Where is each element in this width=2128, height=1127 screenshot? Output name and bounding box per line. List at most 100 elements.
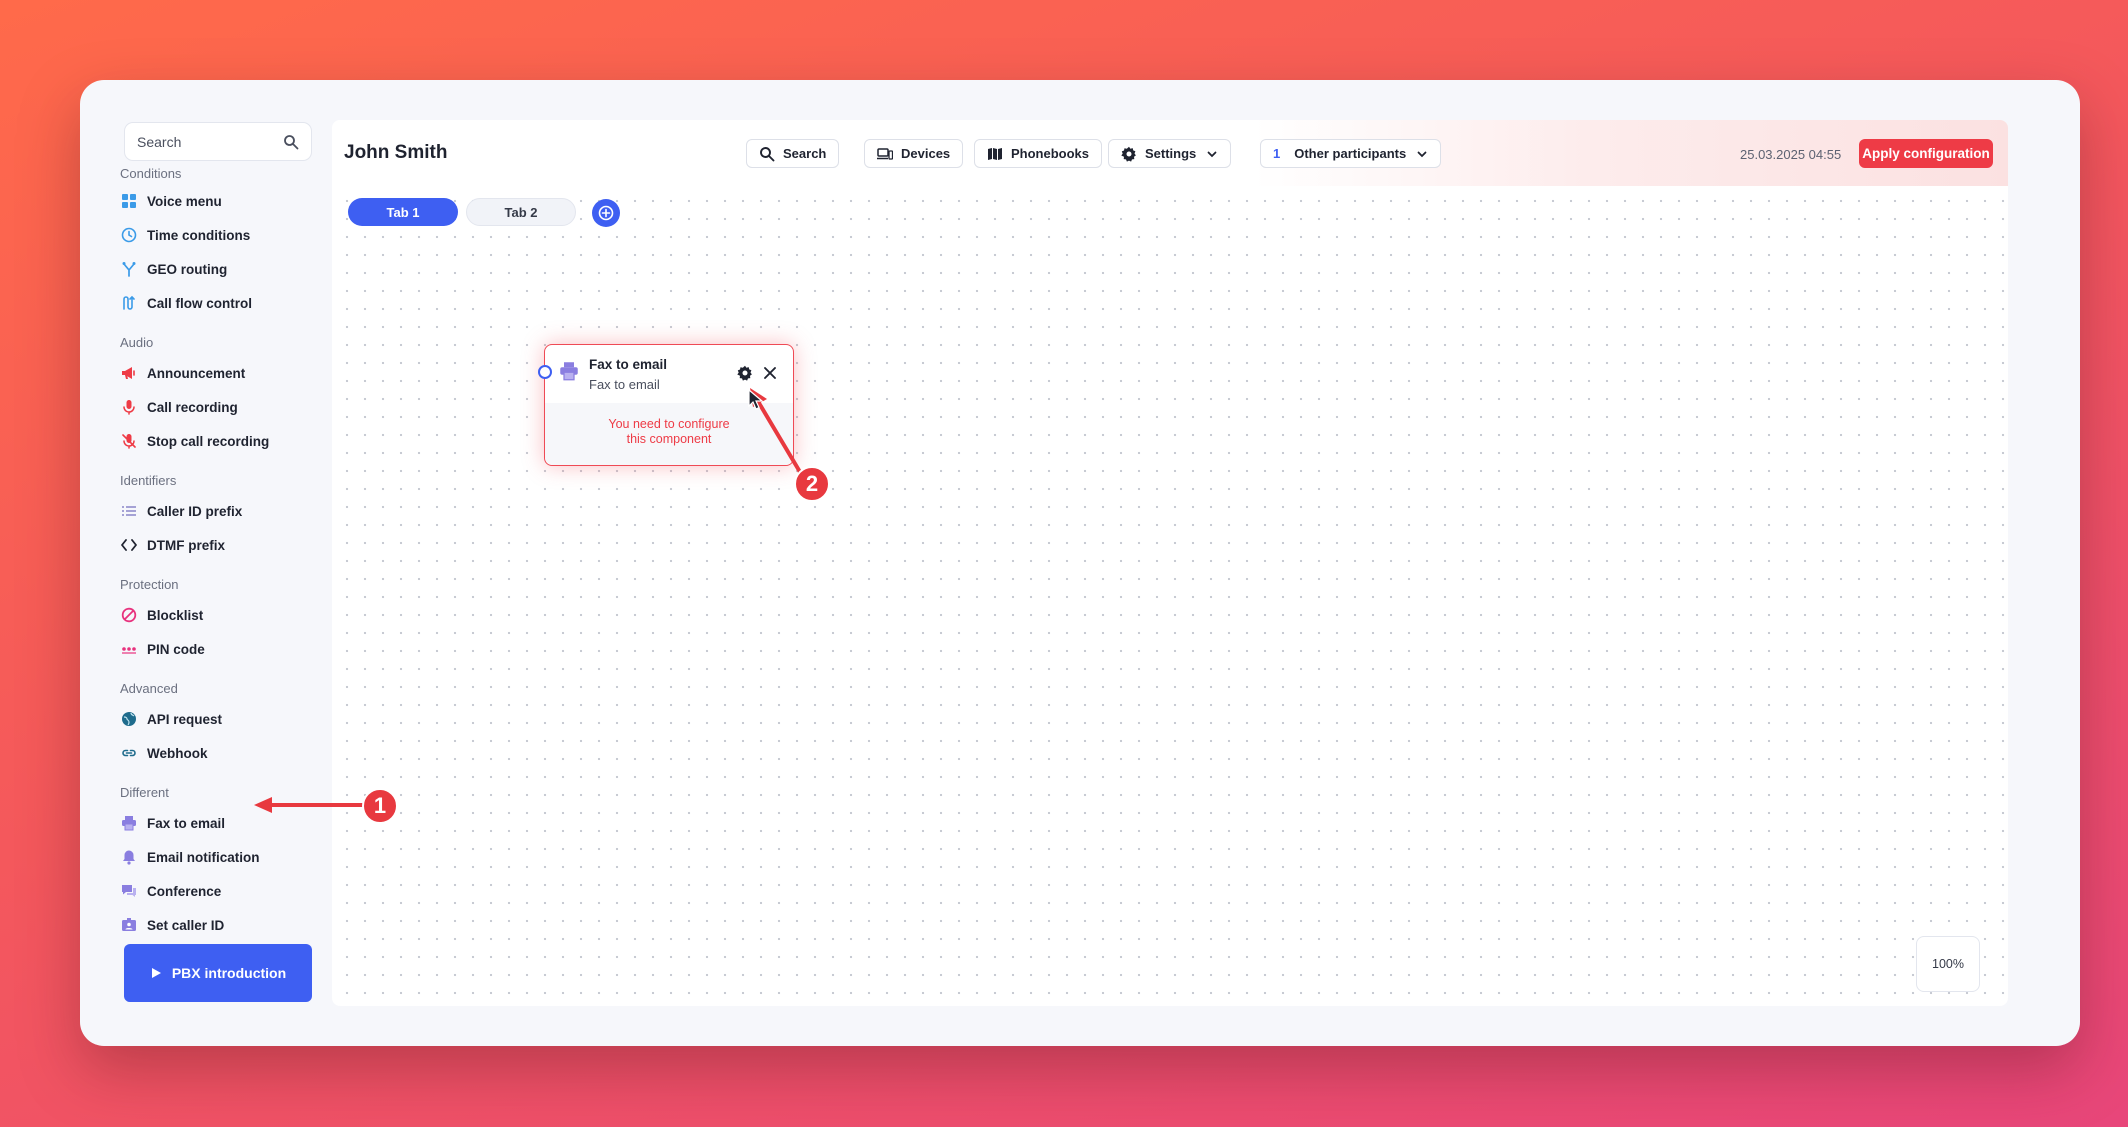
search-button[interactable]: Search xyxy=(746,139,840,168)
node-config-warning: You need to configure this component xyxy=(545,417,793,447)
printer-icon xyxy=(560,362,578,381)
sidebar: Search Conditions Voice menu Time condit… xyxy=(80,80,330,1046)
node-warning-line-1: You need to configure xyxy=(608,417,730,431)
devices-button[interactable]: Devices xyxy=(864,139,964,168)
nav-item-set-caller-id[interactable]: Set caller ID xyxy=(120,908,320,942)
zoom-level-indicator[interactable]: 100% xyxy=(1916,936,1980,992)
nav-item-label: Stop call recording xyxy=(147,433,270,449)
nav-item-conference[interactable]: Conference xyxy=(120,874,320,908)
pbx-introduction-label: PBX introduction xyxy=(171,965,287,981)
settings-dropdown[interactable]: Settings xyxy=(1108,139,1232,168)
group-label-protection: Protection xyxy=(120,577,179,592)
nav-item-email-notification[interactable]: Email notification xyxy=(120,840,320,874)
play-icon xyxy=(151,968,161,978)
nav-item-dtmf-prefix[interactable]: DTMF prefix xyxy=(120,528,320,562)
nav-item-pin-code[interactable]: PIN code xyxy=(120,632,320,666)
participants-label: Other participants xyxy=(1294,146,1407,161)
participants-count: 1 xyxy=(1273,146,1281,161)
group-label-audio: Audio xyxy=(120,335,154,350)
printer-icon xyxy=(120,814,138,832)
user-name: John Smith xyxy=(344,142,448,163)
group-label-advanced: Advanced xyxy=(120,681,178,696)
flow-canvas[interactable]: John Smith Search Devices Phonebooks Set… xyxy=(332,120,2008,1006)
close-icon[interactable] xyxy=(763,366,777,380)
nav-item-label: Conference xyxy=(147,883,222,899)
search-icon xyxy=(284,134,299,149)
gear-icon xyxy=(1121,146,1136,162)
id-badge-icon xyxy=(120,916,138,934)
last-saved-datetime: 25.03.2025 04:55 xyxy=(1740,147,1842,162)
annotation-badge-2: 2 xyxy=(794,466,830,502)
nav-item-label: Blocklist xyxy=(147,607,204,623)
tab-2[interactable]: Tab 2 xyxy=(466,198,576,226)
node-body: You need to configure this component xyxy=(545,403,793,465)
nav-item-label: Announcement xyxy=(147,365,246,381)
node-title: Fax to email xyxy=(589,357,668,372)
nav-item-api-request[interactable]: API request xyxy=(120,702,320,736)
chevron-down-icon xyxy=(1417,151,1427,157)
devices-button-label: Devices xyxy=(901,146,951,161)
nav-item-label: Email notification xyxy=(147,849,260,865)
node-subtitle: Fax to email xyxy=(589,377,660,392)
nav-item-geo-routing[interactable]: GEO routing xyxy=(120,252,320,286)
search-button-label: Search xyxy=(783,146,827,161)
search-icon xyxy=(760,146,775,161)
nav-item-time-conditions[interactable]: Time conditions xyxy=(120,218,320,252)
chevron-down-icon xyxy=(1207,151,1217,157)
sidebar-search-input[interactable]: Search xyxy=(124,122,312,161)
nav-item-label: Call flow control xyxy=(147,295,253,311)
nav-item-label: GEO routing xyxy=(147,261,228,277)
component-nav: Conditions Voice menu Time conditions GE… xyxy=(120,168,320,942)
nav-item-label: Set caller ID xyxy=(147,917,225,933)
participants-dropdown[interactable]: 1 Other participants xyxy=(1260,139,1442,168)
nav-item-label: Call recording xyxy=(147,399,238,415)
nav-item-voice-menu[interactable]: Voice menu xyxy=(120,184,320,218)
phonebook-icon xyxy=(988,147,1002,160)
apply-configuration-button[interactable]: Apply configuration xyxy=(1859,139,1993,168)
microphone-off-icon xyxy=(120,432,138,450)
sidebar-search-placeholder: Search xyxy=(137,133,182,150)
nav-item-webhook[interactable]: Webhook xyxy=(120,736,320,770)
link-icon xyxy=(120,744,138,762)
bell-icon xyxy=(120,848,138,866)
phonebooks-button-label: Phonebooks xyxy=(1011,146,1090,161)
nav-item-label: Fax to email xyxy=(147,815,226,831)
nav-item-fax-to-email[interactable]: Fax to email xyxy=(120,806,320,840)
top-bar: John Smith Search Devices Phonebooks Set… xyxy=(332,120,2008,186)
microphone-icon xyxy=(120,398,138,416)
node-warning-line-2: this component xyxy=(626,432,712,446)
group-label-conditions: Conditions xyxy=(120,168,182,181)
settings-dropdown-label: Settings xyxy=(1145,146,1197,161)
nav-item-label: PIN code xyxy=(147,641,205,657)
pbx-introduction-button[interactable]: PBX introduction xyxy=(124,944,312,1002)
nav-item-call-recording[interactable]: Call recording xyxy=(120,390,320,424)
nav-item-label: DTMF prefix xyxy=(147,537,226,553)
group-label-identifiers: Identifiers xyxy=(120,473,177,488)
app-window: Search Conditions Voice menu Time condit… xyxy=(80,80,2080,1046)
gear-icon[interactable] xyxy=(737,365,753,381)
flow-icon xyxy=(120,294,138,312)
nav-item-label: Caller ID prefix xyxy=(147,503,243,519)
group-label-different: Different xyxy=(120,785,169,800)
nav-item-announcement[interactable]: Announcement xyxy=(120,356,320,390)
nav-item-call-flow-control[interactable]: Call flow control xyxy=(120,286,320,320)
nav-item-blocklist[interactable]: Blocklist xyxy=(120,598,320,632)
block-icon xyxy=(120,606,138,624)
devices-icon xyxy=(877,147,893,160)
nav-item-label: Webhook xyxy=(147,745,208,761)
nav-item-caller-id-prefix[interactable]: Caller ID prefix xyxy=(120,494,320,528)
nav-item-label: Voice menu xyxy=(147,193,222,209)
plus-circle-icon xyxy=(598,205,614,221)
tab-1[interactable]: Tab 1 xyxy=(348,198,458,226)
phonebooks-button[interactable]: Phonebooks xyxy=(974,139,1103,168)
nav-item-stop-call-recording[interactable]: Stop call recording xyxy=(120,424,320,458)
fork-icon xyxy=(120,260,138,278)
globe-icon xyxy=(120,710,138,728)
code-icon xyxy=(120,536,138,554)
list-icon xyxy=(120,502,138,520)
annotation-badge-1: 1 xyxy=(362,788,398,824)
add-tab-button[interactable] xyxy=(592,199,620,227)
nav-item-label: API request xyxy=(147,711,223,727)
mouse-cursor-icon xyxy=(748,389,764,410)
chat-icon xyxy=(120,882,138,900)
